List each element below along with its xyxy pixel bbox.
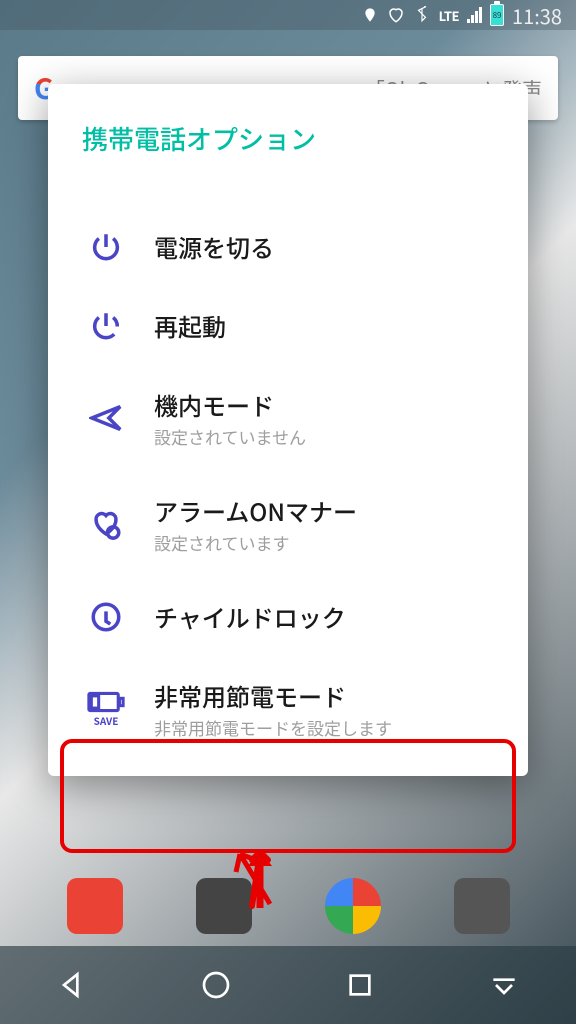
status-clock: 11:38 <box>512 1 562 30</box>
save-text: SAVE <box>94 713 119 728</box>
dock-app[interactable] <box>325 878 381 934</box>
home-button[interactable] <box>196 965 236 1005</box>
option-subtitle: 非常用節電モードを設定します <box>154 715 494 740</box>
option-subtitle: 設定されています <box>154 530 494 555</box>
back-button[interactable] <box>52 965 92 1005</box>
dropdown-button[interactable] <box>484 965 524 1005</box>
option-alarm-silent[interactable]: アラームONマナー 設定されています <box>76 471 500 577</box>
location-icon <box>361 6 379 24</box>
battery-level: 89 <box>491 5 503 25</box>
battery-icon: 89 <box>490 4 504 26</box>
signal-icon <box>467 7 482 23</box>
navigation-bar <box>0 946 576 1024</box>
option-subtitle: 設定されていません <box>154 424 494 449</box>
phone-options-dialog: 携帯電話オプション 電源を切る 再起動 機内モード 設定されていません アラーム… <box>48 84 528 776</box>
option-airplane-mode[interactable]: 機内モード 設定されていません <box>76 365 500 471</box>
battery-save-icon: SAVE <box>82 691 130 728</box>
power-icon <box>82 230 130 264</box>
option-label: アラームONマナー <box>154 493 494 528</box>
airplane-icon <box>82 401 130 435</box>
heart-icon <box>387 6 405 24</box>
dock-app[interactable] <box>454 878 510 934</box>
recents-button[interactable] <box>340 965 380 1005</box>
status-bar: LTE 89 11:38 <box>0 0 576 30</box>
option-label: チャイルドロック <box>154 599 494 634</box>
bluetooth-icon <box>413 6 431 24</box>
heart-clock-icon <box>82 507 130 541</box>
option-restart[interactable]: 再起動 <box>76 286 500 365</box>
dock-app[interactable] <box>196 878 252 934</box>
option-label: 機内モード <box>154 387 494 422</box>
app-dock <box>0 866 576 946</box>
option-power-off[interactable]: 電源を切る <box>76 207 500 286</box>
network-type: LTE <box>439 6 459 25</box>
option-label: 電源を切る <box>154 229 494 264</box>
restart-icon <box>82 309 130 343</box>
touch-lock-icon <box>82 600 130 634</box>
option-label: 非常用節電モード <box>154 678 494 713</box>
dialog-title: 携帯電話オプション <box>76 120 500 157</box>
option-emergency-power-save[interactable]: SAVE 非常用節電モード 非常用節電モードを設定します <box>76 656 500 762</box>
option-label: 再起動 <box>154 308 494 343</box>
dock-app[interactable] <box>67 878 123 934</box>
option-child-lock[interactable]: チャイルドロック <box>76 577 500 656</box>
